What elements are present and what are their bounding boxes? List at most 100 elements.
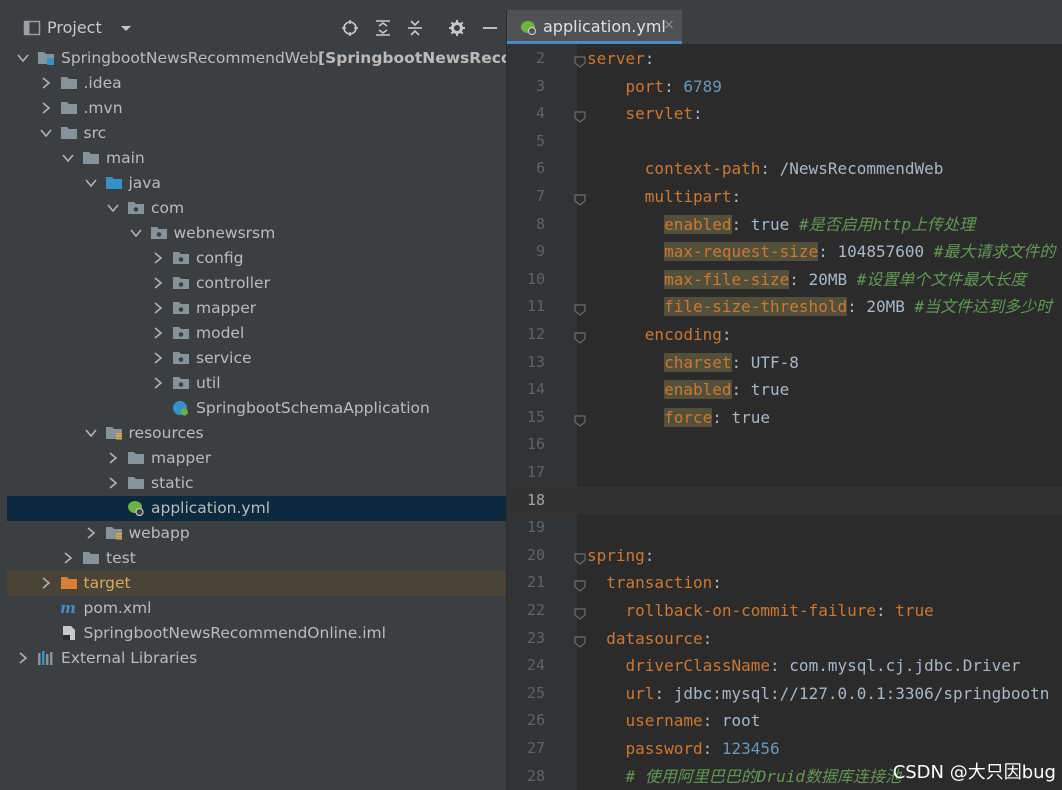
chevron-down-icon[interactable] — [17, 51, 29, 65]
code-line[interactable]: 6 context-path: /NewsRecommendWeb — [507, 155, 1062, 183]
gear-icon[interactable] — [448, 19, 466, 37]
chevron-right-icon[interactable] — [152, 351, 164, 365]
chevron-right-icon[interactable] — [107, 451, 119, 465]
tree-item-main[interactable]: main — [7, 146, 506, 171]
project-panel-title[interactable]: Project — [47, 18, 102, 38]
code-line[interactable]: 20 spring: — [507, 542, 1062, 570]
tree-item-config[interactable]: config — [7, 246, 506, 271]
chevron-right-icon[interactable] — [152, 376, 164, 390]
chevron-down-icon[interactable] — [129, 226, 142, 240]
tree-item-java[interactable]: java — [7, 171, 506, 196]
chevron-right-icon[interactable] — [152, 301, 164, 315]
code-line[interactable]: 3 port: 6789 — [507, 73, 1062, 101]
tree-item-resources[interactable]: resources — [7, 421, 506, 446]
tree-item-model[interactable]: model — [7, 321, 506, 346]
code-text: file-size-threshold: 20MB #当文件达到多少时 — [664, 297, 1053, 317]
package-icon — [172, 300, 190, 316]
chevron-right-icon[interactable] — [17, 651, 29, 665]
tree-item-pom-xml[interactable]: m pom.xml — [7, 596, 506, 621]
tree-item-springbootnewsrecommendonline-iml[interactable]: SpringbootNewsRecommendOnline.iml — [7, 621, 506, 646]
code-line[interactable]: 11 file-size-threshold: 20MB #当文件达到多少时 — [507, 293, 1062, 321]
tab-application-yml[interactable]: application.yml × — [507, 10, 682, 44]
tree-item-src[interactable]: src — [7, 121, 506, 146]
tree-item-mapper[interactable]: mapper — [7, 296, 506, 321]
close-icon[interactable]: × — [663, 17, 675, 33]
code-line[interactable]: 16 — [507, 431, 1062, 459]
code-line[interactable]: 15 force: true — [507, 404, 1062, 432]
code-line[interactable]: 8 enabled: true #是否启用http上传处理 — [507, 211, 1062, 239]
expand-all-icon[interactable] — [374, 19, 392, 37]
chevron-right-icon[interactable] — [85, 526, 97, 540]
code-line[interactable]: 9 max-request-size: 104857600 #最大请求文件的 — [507, 238, 1062, 266]
resources-folder-icon — [105, 425, 123, 441]
code-line[interactable]: 25 url: jdbc:mysql://127.0.0.1:3306/spri… — [507, 680, 1062, 708]
chevron-down-icon[interactable] — [84, 426, 97, 440]
chevron-right-icon[interactable] — [40, 576, 52, 590]
chevron-down-icon[interactable] — [84, 176, 97, 190]
tree-item-webapp[interactable]: webapp — [7, 521, 506, 546]
collapse-all-icon[interactable] — [406, 19, 424, 37]
tree-item-external-libraries[interactable]: External Libraries — [7, 646, 506, 671]
code-line[interactable]: 17 — [507, 459, 1062, 487]
fold-marker-icon[interactable] — [574, 605, 586, 620]
locate-file-icon[interactable] — [341, 19, 359, 37]
fold-marker-icon[interactable] — [574, 301, 586, 317]
tree-item-label: main — [106, 149, 145, 167]
package-icon — [172, 275, 190, 291]
fold-marker-icon[interactable] — [574, 577, 586, 593]
chevron-right-icon[interactable] — [152, 251, 164, 265]
line-number: 6 — [535, 159, 545, 178]
code-line[interactable]: 26 username: root — [507, 707, 1062, 735]
code-line[interactable]: 18 — [507, 486, 1062, 515]
code-line[interactable]: 23 datasource: — [507, 625, 1062, 653]
chevron-right-icon[interactable] — [152, 276, 164, 290]
project-panel: Project SpringbootNewsRecommendWeb [Sprin… — [7, 10, 506, 790]
tree-item-mvn[interactable]: .mvn — [7, 96, 506, 121]
iml-file-icon — [60, 625, 78, 641]
tree-item-idea[interactable]: .idea — [7, 71, 506, 96]
module-name-suffix: [SpringbootNewsRecomm — [318, 49, 506, 67]
code-line[interactable]: 19 — [507, 514, 1062, 542]
tree-item-webnewsrsm[interactable]: webnewsrsm — [7, 221, 506, 246]
code-text: datasource: — [606, 628, 713, 648]
tree-item-target[interactable]: target — [7, 571, 506, 596]
chevron-down-icon[interactable] — [117, 19, 135, 37]
code-line[interactable]: 22 rollback-on-commit-failure: true — [507, 597, 1062, 625]
minimize-icon[interactable] — [481, 19, 499, 37]
chevron-right-icon[interactable] — [152, 326, 164, 340]
fold-marker-icon[interactable] — [574, 412, 586, 427]
chevron-down-icon[interactable] — [39, 126, 52, 140]
fold-marker-icon[interactable] — [574, 550, 586, 565]
chevron-right-icon[interactable] — [40, 101, 52, 115]
code-line[interactable]: 2 server: — [507, 45, 1062, 73]
tree-item-test[interactable]: test — [7, 546, 506, 571]
code-line[interactable]: 5 — [507, 128, 1062, 156]
fold-marker-icon[interactable] — [574, 53, 586, 68]
tree-item-springbootnewsrecommendweb[interactable]: SpringbootNewsRecommendWeb [SpringbootNew… — [7, 46, 506, 71]
chevron-down-icon[interactable] — [107, 201, 119, 215]
fold-marker-icon[interactable] — [574, 329, 586, 344]
tree-item-mapper[interactable]: mapper — [7, 446, 506, 471]
chevron-right-icon[interactable] — [107, 476, 119, 490]
fold-marker-icon[interactable] — [574, 633, 586, 648]
code-line[interactable]: 7 multipart: — [507, 183, 1062, 211]
code-line[interactable]: 14 enabled: true — [507, 376, 1062, 404]
tree-item-springbootschemaapplication[interactable]: SpringbootSchemaApplication — [7, 396, 506, 421]
fold-marker-icon[interactable] — [574, 191, 586, 206]
code-line[interactable]: 24 driverClassName: com.mysql.cj.jdbc.Dr… — [507, 652, 1062, 680]
tree-item-static[interactable]: static — [7, 471, 506, 496]
tree-item-service[interactable]: service — [7, 346, 506, 371]
chevron-right-icon[interactable] — [62, 551, 74, 565]
chevron-right-icon[interactable] — [40, 76, 52, 90]
tree-item-com[interactable]: com — [7, 196, 506, 221]
code-line[interactable]: 10 max-file-size: 20MB #设置单个文件最大长度 — [507, 266, 1062, 294]
code-line[interactable]: 4 servlet: — [507, 100, 1062, 128]
tree-item-controller[interactable]: controller — [7, 271, 506, 296]
tree-item-application-yml[interactable]: application.yml — [7, 496, 506, 521]
tree-item-util[interactable]: util — [7, 371, 506, 396]
code-line[interactable]: 21 transaction: — [507, 569, 1062, 597]
chevron-down-icon[interactable] — [62, 151, 74, 165]
fold-marker-icon[interactable] — [574, 108, 586, 123]
code-line[interactable]: 13 charset: UTF-8 — [507, 349, 1062, 377]
code-line[interactable]: 12 encoding: — [507, 321, 1062, 349]
